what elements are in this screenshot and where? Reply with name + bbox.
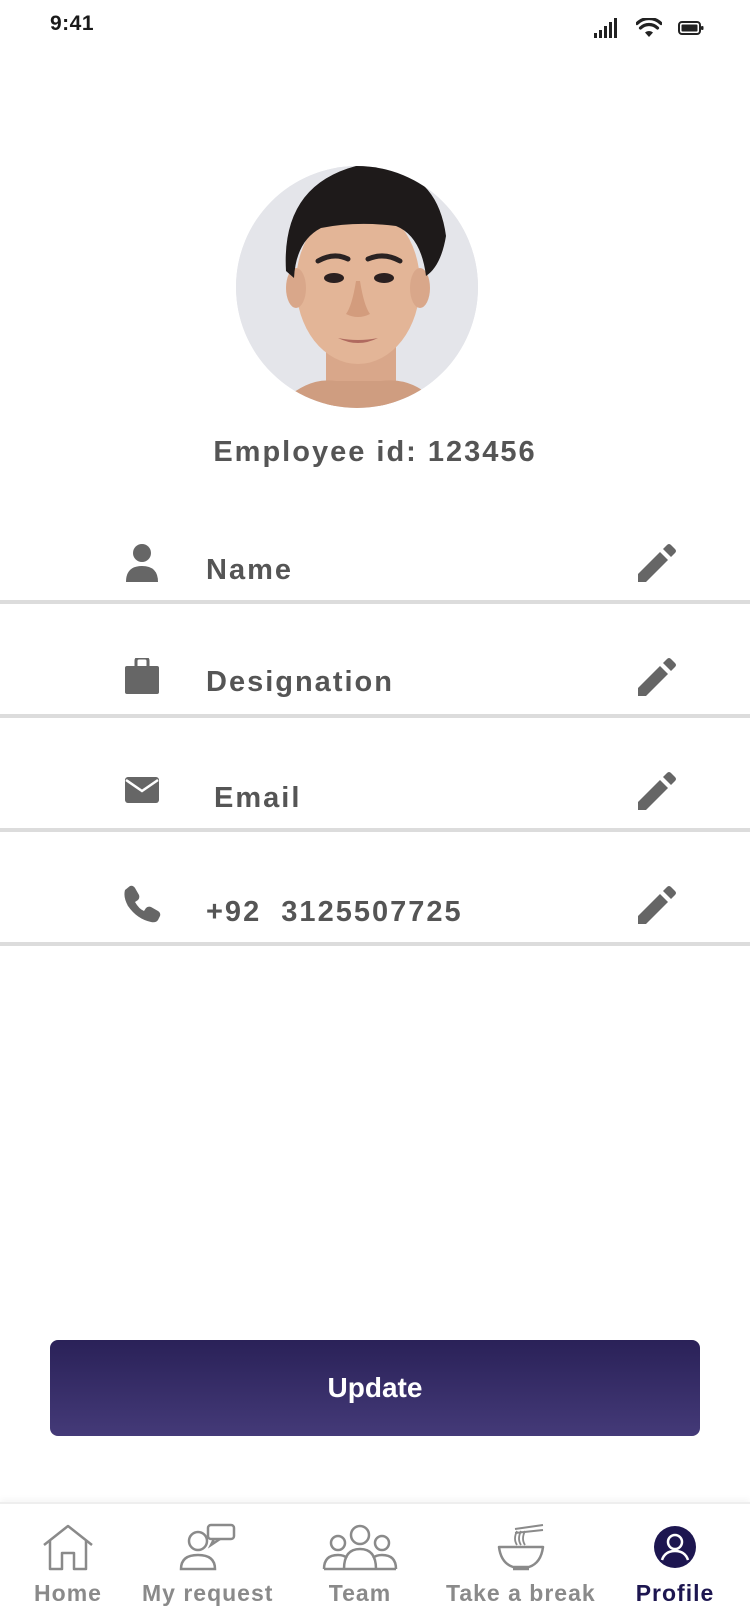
bottom-tab-bar: Home My request Team Take a break Profil… xyxy=(0,1502,750,1624)
designation-field-row[interactable]: Designation xyxy=(0,604,750,718)
status-icons xyxy=(594,16,704,43)
edit-designation-button[interactable] xyxy=(634,656,678,700)
pencil-icon xyxy=(638,772,676,810)
request-icon xyxy=(168,1522,248,1572)
update-button[interactable]: Update xyxy=(50,1340,700,1436)
pencil-icon xyxy=(638,886,676,924)
tab-team[interactable]: Team xyxy=(320,1522,400,1607)
person-icon xyxy=(122,542,162,582)
name-field-row[interactable]: Name xyxy=(0,490,750,604)
email-field-label: Email xyxy=(214,782,302,814)
wifi-icon xyxy=(635,16,663,43)
tab-home[interactable]: Home xyxy=(28,1522,108,1607)
pencil-icon xyxy=(638,544,676,582)
profile-icon xyxy=(635,1522,715,1572)
pencil-icon xyxy=(638,658,676,696)
phone-icon xyxy=(122,884,162,924)
tab-take-a-break[interactable]: Take a break xyxy=(446,1522,596,1607)
phone-field-row[interactable]: +92 3125507725 xyxy=(0,832,750,946)
designation-field-label: Designation xyxy=(206,666,394,698)
tab-home-label: Home xyxy=(34,1580,102,1606)
tab-take-a-break-label: Take a break xyxy=(446,1580,596,1606)
home-icon xyxy=(28,1522,108,1572)
edit-name-button[interactable] xyxy=(634,542,678,586)
tab-team-label: Team xyxy=(328,1580,392,1606)
cellular-signal-icon xyxy=(594,18,620,43)
battery-icon xyxy=(678,20,704,41)
person-photo-icon xyxy=(236,166,478,408)
mail-icon xyxy=(122,770,162,810)
status-time: 9:41 xyxy=(50,12,95,35)
employee-id: Employee id: 123456 xyxy=(213,436,537,468)
tab-my-request[interactable]: My request xyxy=(142,1522,273,1607)
edit-phone-button[interactable] xyxy=(634,884,678,928)
edit-email-button[interactable] xyxy=(634,770,678,814)
tab-my-request-label: My request xyxy=(142,1580,274,1606)
briefcase-icon xyxy=(122,656,162,696)
profile-avatar[interactable] xyxy=(236,166,478,408)
noodle-bowl-icon xyxy=(481,1522,561,1572)
name-field-label: Name xyxy=(206,554,293,586)
phone-field-label: +92 3125507725 xyxy=(206,896,463,928)
tab-profile[interactable]: Profile xyxy=(635,1522,715,1607)
team-icon xyxy=(320,1522,400,1572)
status-bar: 9:41 xyxy=(0,0,750,60)
tab-profile-label: Profile xyxy=(635,1580,715,1606)
email-field-row[interactable]: Email xyxy=(0,718,750,832)
